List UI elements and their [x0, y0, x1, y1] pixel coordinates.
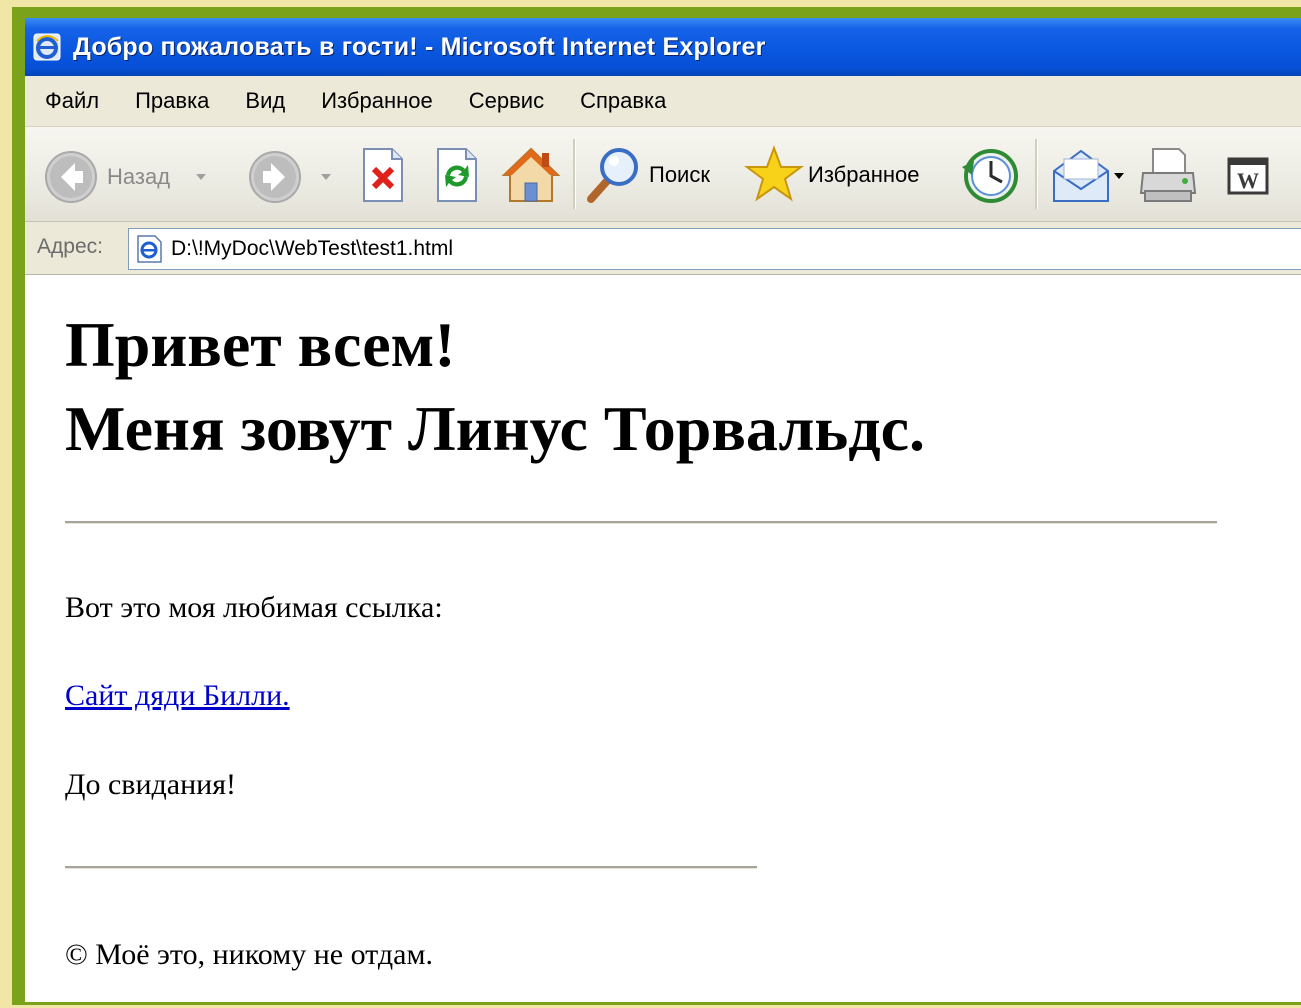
- favorite-link-paragraph: Сайт дяди Билли.: [65, 679, 290, 713]
- back-arrow-icon: [45, 151, 97, 203]
- mail-icon: [1053, 149, 1109, 202]
- back-button[interactable]: Назад: [43, 149, 207, 205]
- edit-with-word-icon[interactable]: W: [1227, 157, 1269, 195]
- toolbar-separator: [1035, 139, 1038, 209]
- heading-line-1: Привет всем!: [65, 309, 456, 380]
- address-bar: Адрес: D:\!MyDoc\WebTest\test1.html: [25, 222, 1301, 275]
- menu-file[interactable]: Файл: [25, 81, 117, 121]
- print-icon[interactable]: [1137, 145, 1199, 207]
- title-bar[interactable]: Добро пожаловать в гости! - Microsoft In…: [25, 18, 1301, 76]
- forward-dropdown-icon[interactable]: [321, 174, 331, 180]
- address-value: D:\!MyDoc\WebTest\test1.html: [171, 237, 454, 260]
- page-heading: Привет всем! Меня зовут Линус Торвальдс.: [65, 303, 925, 471]
- browser-window: Добро пожаловать в гости! - Microsoft In…: [25, 18, 1301, 1002]
- mail-dropdown-icon[interactable]: [1114, 173, 1124, 179]
- window-title: Добро пожаловать в гости! - Microsoft In…: [73, 32, 766, 61]
- forward-arrow-icon: [249, 151, 301, 203]
- horizontal-rule: [65, 521, 1217, 524]
- menu-tools[interactable]: Сервис: [451, 81, 562, 121]
- toolbar-separator: [573, 139, 576, 209]
- toolbar: Назад Поиск Избранное W: [25, 127, 1301, 222]
- footer-text: © Моё это, никому не отдам.: [65, 938, 433, 971]
- stop-icon[interactable]: [360, 147, 406, 203]
- address-label: Адрес:: [37, 235, 103, 258]
- favorite-link-intro: Вот это моя любимая ссылка:: [65, 591, 443, 624]
- back-dropdown-icon[interactable]: [196, 174, 207, 180]
- search-button[interactable]: Поиск: [585, 145, 710, 205]
- horizontal-rule-short: [65, 866, 757, 869]
- page-content: Привет всем! Меня зовут Линус Торвальдс.…: [25, 275, 1301, 1002]
- back-label: Назад: [107, 164, 171, 189]
- forward-button[interactable]: [247, 149, 331, 205]
- menu-bar: Файл Правка Вид Избранное Сервис Справка: [25, 76, 1301, 127]
- heading-line-2: Меня зовут Линус Торвальдс.: [65, 393, 925, 464]
- page-icon: [137, 235, 162, 263]
- search-label: Поиск: [649, 162, 710, 187]
- refresh-icon[interactable]: [434, 147, 480, 203]
- home-icon[interactable]: [500, 145, 562, 205]
- search-icon: [587, 148, 638, 203]
- menu-view[interactable]: Вид: [227, 81, 303, 121]
- favorites-label: Избранное: [808, 162, 920, 187]
- menu-edit[interactable]: Правка: [117, 81, 227, 121]
- goodbye-text: До свидания!: [65, 768, 236, 801]
- address-input[interactable]: D:\!MyDoc\WebTest\test1.html: [128, 228, 1301, 270]
- history-icon[interactable]: [960, 147, 1020, 205]
- mail-button[interactable]: [1050, 147, 1124, 205]
- internet-explorer-icon: [33, 33, 61, 61]
- menu-favorites[interactable]: Избранное: [303, 81, 451, 121]
- favorites-star-icon: [744, 145, 804, 202]
- favorites-button[interactable]: Избранное: [744, 145, 920, 205]
- favorite-link[interactable]: Сайт дяди Билли.: [65, 679, 290, 712]
- svg-text:W: W: [1237, 168, 1259, 193]
- menu-help[interactable]: Справка: [562, 81, 684, 121]
